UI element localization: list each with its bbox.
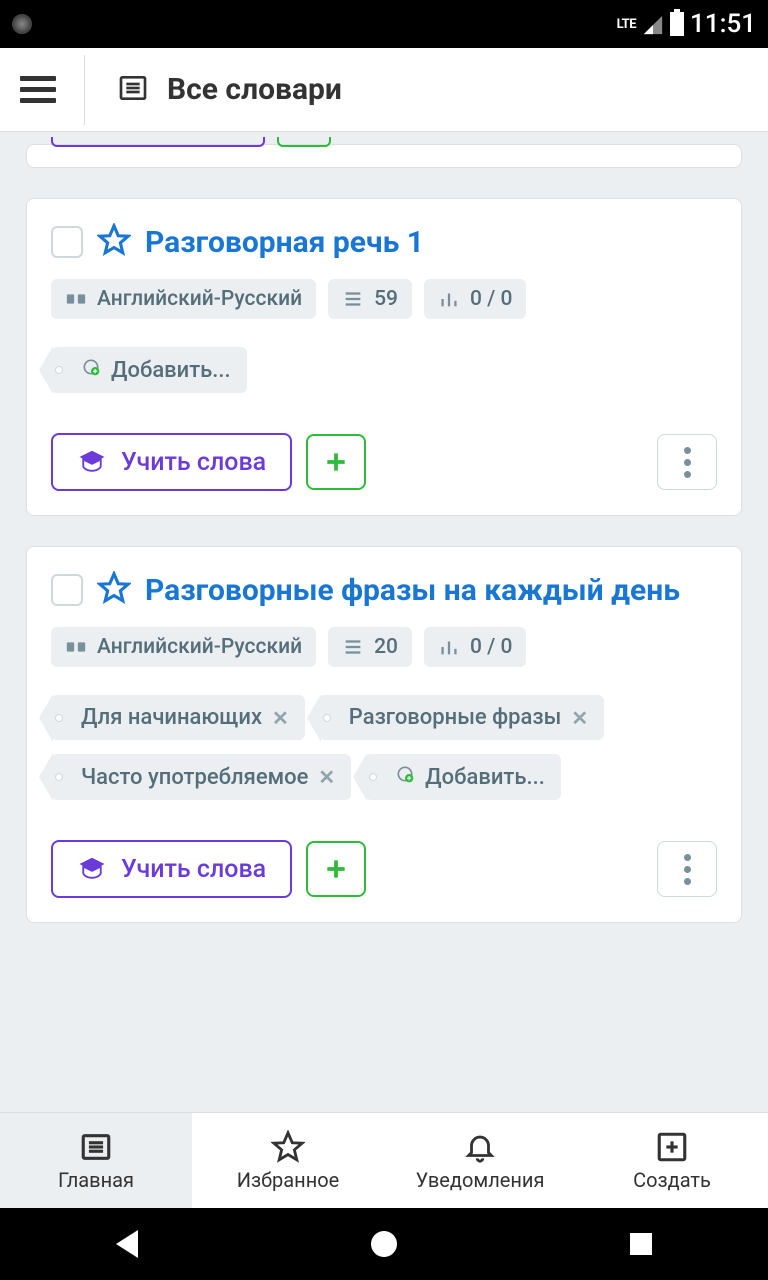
more-icon [684, 447, 691, 478]
status-bar: LTE 11:51 [0, 0, 768, 48]
learn-label: Учить слова [121, 855, 266, 884]
card-checkbox[interactable] [51, 226, 83, 258]
tag-label: Для начинающих [81, 705, 262, 730]
add-tag-button[interactable]: Добавить... [51, 347, 247, 393]
header-divider [84, 55, 85, 125]
home-button[interactable] [371, 1231, 397, 1257]
battery-icon [670, 12, 684, 36]
nav-favorites-label: Избранное [237, 1168, 340, 1192]
tag-chip[interactable]: Разговорные фразы ✕ [319, 695, 604, 740]
nav-home-label: Главная [58, 1168, 134, 1192]
word-count: 59 [374, 287, 398, 311]
add-button[interactable] [306, 434, 366, 490]
nav-create[interactable]: Создать [576, 1113, 768, 1208]
dictionary-card: Разговорная речь 1 Английский-Русский 59… [26, 198, 742, 516]
add-tag-label: Добавить... [111, 358, 231, 383]
content-area: Разговорная речь 1 Английский-Русский 59… [0, 132, 768, 1112]
tag-remove-icon[interactable]: ✕ [318, 765, 335, 789]
add-button[interactable] [306, 841, 366, 897]
tag-label: Часто употребляемое [81, 765, 308, 790]
progress-label: 0 / 0 [470, 287, 513, 311]
card-title[interactable]: Разговорная речь 1 [145, 225, 424, 260]
more-button[interactable] [657, 434, 717, 490]
bottom-nav: Главная Избранное Уведомления Создать [0, 1112, 768, 1208]
card-title[interactable]: Разговорные фразы на каждый день [145, 573, 680, 608]
nav-notifications-label: Уведомления [416, 1168, 545, 1192]
count-badge: 20 [328, 627, 412, 667]
dictionary-card: Разговорные фразы на каждый день Английс… [26, 546, 742, 923]
more-button[interactable] [657, 841, 717, 897]
nav-create-label: Создать [633, 1168, 711, 1192]
network-label: LTE [617, 17, 636, 32]
tag-remove-icon[interactable]: ✕ [571, 706, 588, 730]
language-badge: Английский-Русский [51, 279, 316, 319]
language-badge: Английский-Русский [51, 627, 316, 667]
tag-label: Разговорные фразы [349, 705, 562, 730]
signal-icon [642, 14, 664, 36]
word-count: 20 [374, 635, 398, 659]
learn-button[interactable]: Учить слова [51, 840, 292, 898]
learn-button[interactable]: Учить слова [51, 433, 292, 491]
star-icon[interactable] [97, 223, 131, 261]
card-checkbox[interactable] [51, 574, 83, 606]
add-tag-icon [81, 357, 101, 383]
list-icon [117, 72, 149, 108]
app-header: Все словари [0, 48, 768, 132]
card-peek [26, 144, 742, 168]
nav-favorites[interactable]: Избранное [192, 1113, 384, 1208]
page-title: Все словари [167, 72, 342, 107]
nav-home[interactable]: Главная [0, 1113, 192, 1208]
more-icon [684, 854, 691, 885]
tag-remove-icon[interactable]: ✕ [272, 706, 289, 730]
recent-button[interactable] [630, 1233, 652, 1255]
menu-button[interactable] [20, 76, 56, 103]
camera-icon [12, 14, 32, 34]
star-icon[interactable] [97, 571, 131, 609]
nav-notifications[interactable]: Уведомления [384, 1113, 576, 1208]
tag-chip[interactable]: Для начинающих ✕ [51, 695, 305, 740]
back-button[interactable] [116, 1230, 138, 1258]
learn-label: Учить слова [121, 448, 266, 477]
progress-label: 0 / 0 [470, 635, 513, 659]
add-tag-icon [395, 764, 415, 790]
progress-badge: 0 / 0 [424, 279, 527, 319]
language-label: Английский-Русский [97, 635, 302, 659]
add-tag-label: Добавить... [425, 765, 545, 790]
system-nav [0, 1208, 768, 1280]
progress-badge: 0 / 0 [424, 627, 527, 667]
language-label: Английский-Русский [97, 287, 302, 311]
tag-chip[interactable]: Часто употребляемое ✕ [51, 754, 351, 800]
clock: 11:51 [690, 9, 756, 39]
count-badge: 59 [328, 279, 412, 319]
add-tag-button[interactable]: Добавить... [365, 754, 561, 800]
